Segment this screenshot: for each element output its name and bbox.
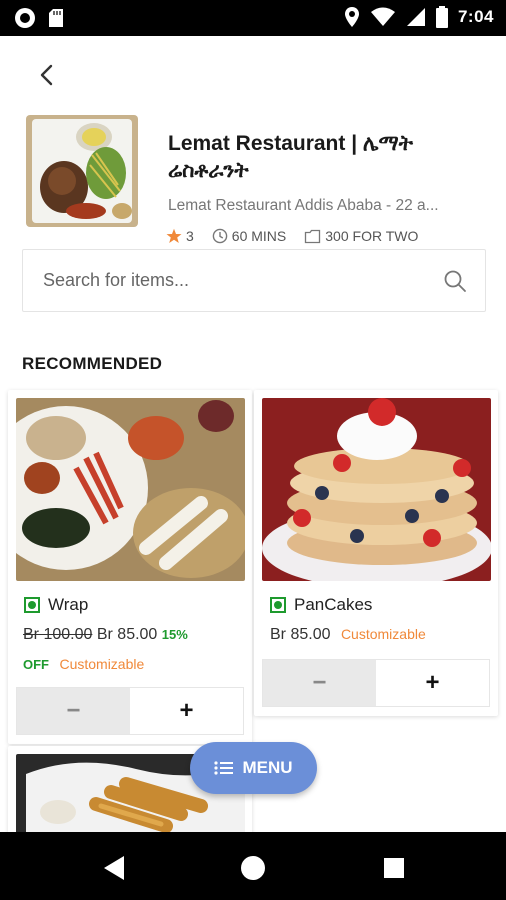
cost-for-two: 300 FOR TWO [304, 228, 418, 244]
cost-for-two-value: 300 FOR TWO [325, 228, 419, 244]
item-customizable: Customizable [340, 626, 426, 642]
item-name: Wrap [48, 595, 89, 614]
item-price-row: Br 100.00 Br 85.00 15% [23, 626, 188, 644]
record-icon [15, 8, 35, 28]
veg-icon [24, 597, 40, 613]
item-price: Br 85.00 [96, 626, 158, 643]
quantity-stepper[interactable]: − + [16, 687, 244, 735]
nav-home-button[interactable] [235, 850, 271, 886]
wallet-icon [305, 229, 321, 243]
search-icon[interactable] [443, 269, 467, 293]
item-image-pancakes [262, 398, 491, 581]
item-price-row: Br 85.00 Customizable [270, 626, 426, 644]
item-old-price: Br 100.00 [23, 626, 93, 643]
section-title-recommended: RECOMMENDED [22, 354, 163, 373]
recents-square-icon [384, 858, 404, 878]
back-triangle-icon [104, 856, 124, 880]
delivery-time: 60 MINS [212, 228, 286, 244]
item-name: PanCakes [294, 595, 373, 614]
star-icon [166, 228, 182, 243]
battery-icon [435, 6, 448, 28]
item-discount: 15% [161, 627, 188, 642]
menu-button-label: MENU [242, 758, 293, 777]
delivery-time-value: 60 MINS [231, 228, 287, 244]
clock-icon [212, 228, 228, 244]
location-icon [344, 7, 359, 27]
search-box[interactable] [22, 249, 486, 312]
increase-button[interactable]: + [130, 688, 243, 734]
system-nav-bar [0, 832, 506, 900]
restaurant-image [26, 115, 138, 227]
quantity-stepper[interactable]: − + [262, 659, 490, 707]
sd-card-icon [49, 9, 63, 27]
item-customizable: Customizable [59, 656, 145, 672]
item-image-wrap [16, 398, 245, 581]
restaurant-address: Lemat Restaurant Addis Ababa - 22 a... [168, 197, 439, 214]
search-input[interactable] [43, 250, 423, 311]
signal-icon [406, 8, 425, 26]
menu-item-card-wrap[interactable]: Wrap Br 100.00 Br 85.00 15% OFF Customiz… [8, 390, 252, 744]
increase-button[interactable]: + [376, 660, 489, 706]
wifi-icon [370, 7, 395, 26]
veg-icon [270, 597, 286, 613]
menu-item-card-pancakes[interactable]: PanCakes Br 85.00 Customizable − + [254, 390, 498, 716]
nav-recents-button[interactable] [376, 850, 412, 886]
chevron-left-icon [40, 64, 53, 86]
nav-back-button[interactable] [96, 850, 132, 886]
rating: 3 [166, 228, 194, 244]
restaurant-name: Lemat Restaurant | ሌማት ሬስቶራንት [168, 132, 413, 182]
item-price: Br 85.00 [270, 626, 331, 643]
list-icon [214, 761, 234, 775]
home-circle-icon [241, 856, 265, 880]
item-discount-suffix: OFF [23, 657, 49, 672]
item-tag-row: OFF Customizable [23, 656, 144, 674]
back-button[interactable] [30, 58, 64, 92]
status-bar: 7:04 [0, 0, 506, 36]
decrease-button[interactable]: − [17, 688, 130, 734]
menu-button[interactable]: MENU [190, 742, 317, 794]
status-time: 7:04 [457, 7, 494, 26]
decrease-button[interactable]: − [263, 660, 376, 706]
rating-value: 3 [186, 228, 194, 244]
restaurant-meta: 3 60 MINS 300 FOR TWO [166, 228, 436, 244]
